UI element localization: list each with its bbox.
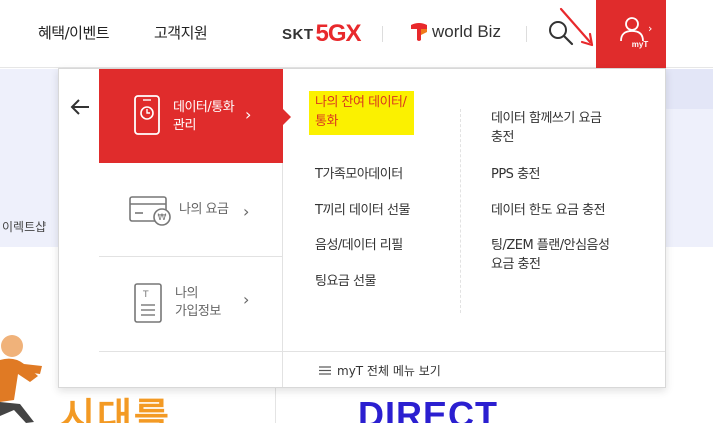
skt-5gx-logo[interactable]: SKT 5GX <box>282 20 362 48</box>
annotation-arrow-icon <box>559 7 594 47</box>
nav-customer-support[interactable]: 고객지원 <box>154 22 208 43</box>
direct-shop-fragment: 이렉트샵 <box>2 220 47 234</box>
promo-headline-left: 시대를 <box>60 397 171 423</box>
submenu-data-limit-charge[interactable]: 데이터 한도 요금 충전 <box>491 201 606 220</box>
submenu-refill[interactable]: 음성/데이터 리필 <box>315 236 403 255</box>
chevron-right-icon: › <box>245 105 252 124</box>
hamburger-icon <box>319 366 331 375</box>
brand-divider <box>382 26 383 42</box>
tworld-t-icon <box>411 23 427 41</box>
top-header: 혜택/이벤트 고객지원 SKT 5GX world Biz › myT <box>0 0 713 68</box>
phone-clock-icon <box>134 95 160 135</box>
submenu-ting-zem-charge[interactable]: 팅/ZEM 플랜/안심음성 요금 충전 <box>491 236 610 274</box>
view-all-myt-menu-button[interactable]: myT 전체 메뉴 보기 <box>319 362 441 379</box>
bg-divider <box>275 388 276 423</box>
submenu-shared-data-charge[interactable]: 데이터 함께쓰기 요금 충전 <box>491 109 602 147</box>
category-data-call[interactable]: 데이터/통화 관리 › <box>99 69 291 163</box>
submenu-data-gift[interactable]: T끼리 데이터 선물 <box>315 201 410 220</box>
svg-text:₩: ₩ <box>158 213 167 223</box>
myt-dropdown-panel: 데이터/통화 관리 › ₩ 나의 요금 › T 나의 가입정보 › 나의 잔여 … <box>58 68 666 388</box>
credit-card-won-icon: ₩ <box>129 196 171 226</box>
category-subscription-info[interactable]: T 나의 가입정보 › <box>99 257 283 353</box>
myt-label: myT <box>631 40 649 49</box>
category-label: 나의 요금 <box>179 202 229 217</box>
person-icon <box>620 17 644 42</box>
category-my-bill[interactable]: ₩ 나의 요금 › <box>99 163 283 257</box>
chevron-right-icon: › <box>243 202 250 221</box>
back-arrow-icon[interactable] <box>69 97 91 117</box>
svg-text:T: T <box>142 290 149 300</box>
brand-divider <box>526 26 527 42</box>
myt-button[interactable]: › myT <box>596 0 666 68</box>
category-label: 나의 가입정보 <box>175 286 221 319</box>
promo-headline-right: DIRECT <box>358 394 498 423</box>
category-label: 데이터/통화 관리 <box>173 100 235 133</box>
submenu-ting-gift[interactable]: 팅요금 선물 <box>315 272 376 291</box>
submenu-family-data[interactable]: T가족모아데이터 <box>315 165 403 184</box>
mascot-illustration <box>0 335 42 423</box>
category-menu: 데이터/통화 관리 › ₩ 나의 요금 › T 나의 가입정보 › <box>99 69 291 387</box>
submenu-pps-charge[interactable]: PPS 충전 <box>491 165 540 184</box>
5gx-logo-text: 5GX <box>315 20 362 47</box>
view-all-menu-label: myT 전체 메뉴 보기 <box>337 364 441 378</box>
skt-logo-text: SKT <box>282 25 314 43</box>
panel-footer: myT 전체 메뉴 보기 <box>99 351 665 387</box>
nav-benefits-events[interactable]: 혜택/이벤트 <box>38 22 110 43</box>
column-divider <box>460 109 461 313</box>
tworld-biz-logo[interactable]: world Biz <box>410 22 501 42</box>
world-biz-text: world Biz <box>432 22 501 41</box>
chevron-right-icon: › <box>648 22 653 35</box>
active-pointer <box>283 109 291 125</box>
submenu-remaining-data[interactable]: 나의 잔여 데이터/ 통화 <box>309 91 415 135</box>
document-icon: T <box>134 283 162 323</box>
chevron-right-icon: › <box>243 290 250 309</box>
